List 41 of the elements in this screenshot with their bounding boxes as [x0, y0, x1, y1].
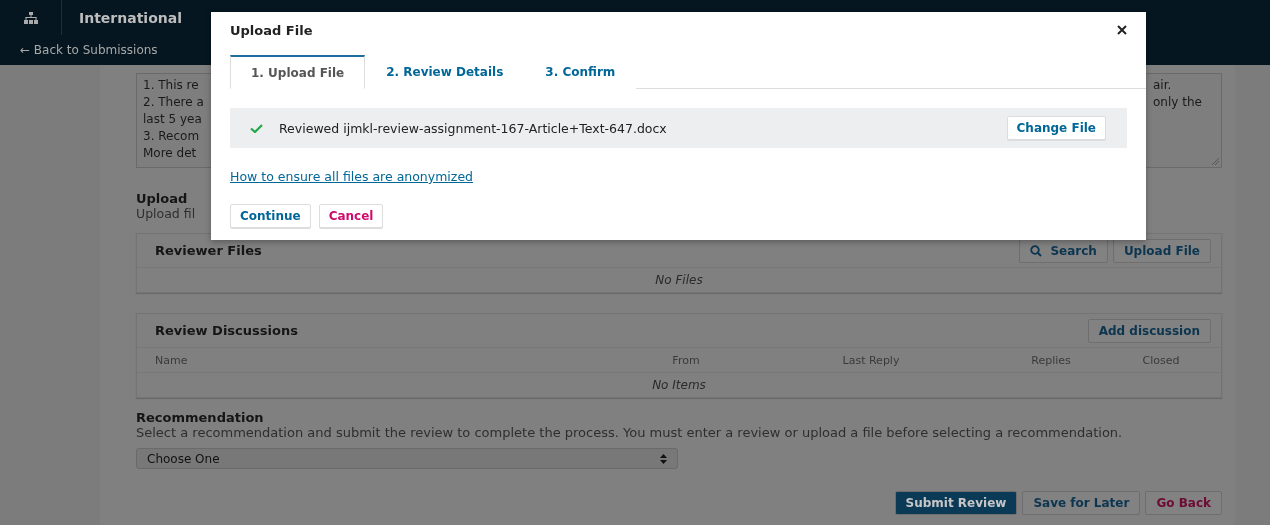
close-icon[interactable]: [1117, 25, 1127, 35]
change-file-button[interactable]: Change File: [1006, 116, 1106, 140]
review-text-line: 1. This re: [143, 77, 200, 94]
column-header: Name: [155, 353, 189, 367]
column-header: Closed: [1141, 353, 1181, 367]
upload-file-button[interactable]: Upload File: [1112, 238, 1211, 263]
dialog-title: Upload File: [230, 22, 313, 38]
upload-heading: Upload: [136, 191, 189, 206]
review-text-line: only the: [1153, 94, 1203, 111]
step-tab[interactable]: 1. Upload File: [230, 55, 366, 89]
sitemap-icon[interactable]: [23, 11, 38, 24]
check-icon: [250, 123, 263, 133]
continue-button[interactable]: Continue: [230, 204, 311, 228]
resize-grip-icon[interactable]: [1211, 157, 1219, 165]
empty-message: No Items: [651, 377, 707, 394]
review-text-line: More det: [143, 145, 198, 162]
add-discussion-button[interactable]: Add discussion: [1087, 318, 1211, 343]
anonymize-help-link[interactable]: How to ensure all files are anonymized: [230, 169, 474, 184]
review-text-line: last 5 yea: [143, 111, 203, 128]
go-back-button[interactable]: Go Back: [1145, 491, 1222, 515]
sort-caret-icon: [660, 453, 667, 464]
review-text-line: air.: [1153, 77, 1173, 94]
upload-description: Upload fil: [136, 206, 196, 221]
recommendation-description: Select a recommendation and submit the review to complete the process. You must enter a review or upload a file before selecting a recommendation.: [136, 425, 1124, 441]
submit-button[interactable]: Submit Review: [894, 491, 1018, 515]
column-header: From: [671, 353, 701, 367]
file-name: Reviewed ijmkl-review-assignment-167-Article+Text-647.docx: [279, 120, 668, 136]
search-icon: [1030, 244, 1043, 257]
review-text-line: 2. There a: [143, 94, 204, 111]
search-button[interactable]: Search: [1019, 238, 1108, 263]
review-text-line: 3. Recom: [143, 128, 201, 145]
recommendation-heading: Recommendation: [136, 410, 265, 425]
cancel-button[interactable]: Cancel: [318, 204, 384, 228]
empty-message: No Files: [654, 272, 704, 289]
recommendation-select[interactable]: Choose One: [136, 448, 678, 469]
column-header: Last Reply: [841, 353, 901, 367]
panel-title: Reviewer Files: [155, 243, 262, 258]
panel-title: Review Discussions: [155, 323, 298, 338]
column-header: Replies: [1030, 353, 1072, 367]
save-button[interactable]: Save for Later: [1022, 491, 1141, 515]
journal-title: International: [79, 9, 182, 26]
